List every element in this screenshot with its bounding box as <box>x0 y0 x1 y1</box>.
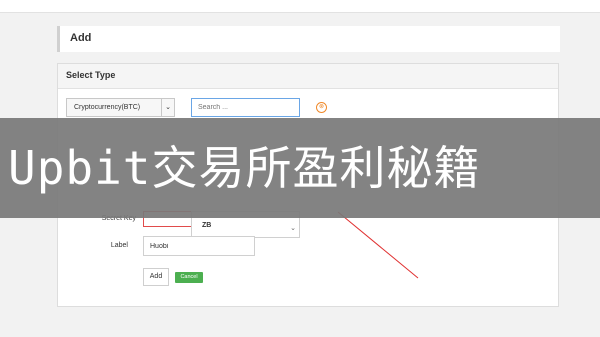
banner-text: Upbit交易所盈利秘籍 <box>8 141 481 195</box>
overlay-banner: Upbit交易所盈利秘籍 <box>0 118 600 218</box>
